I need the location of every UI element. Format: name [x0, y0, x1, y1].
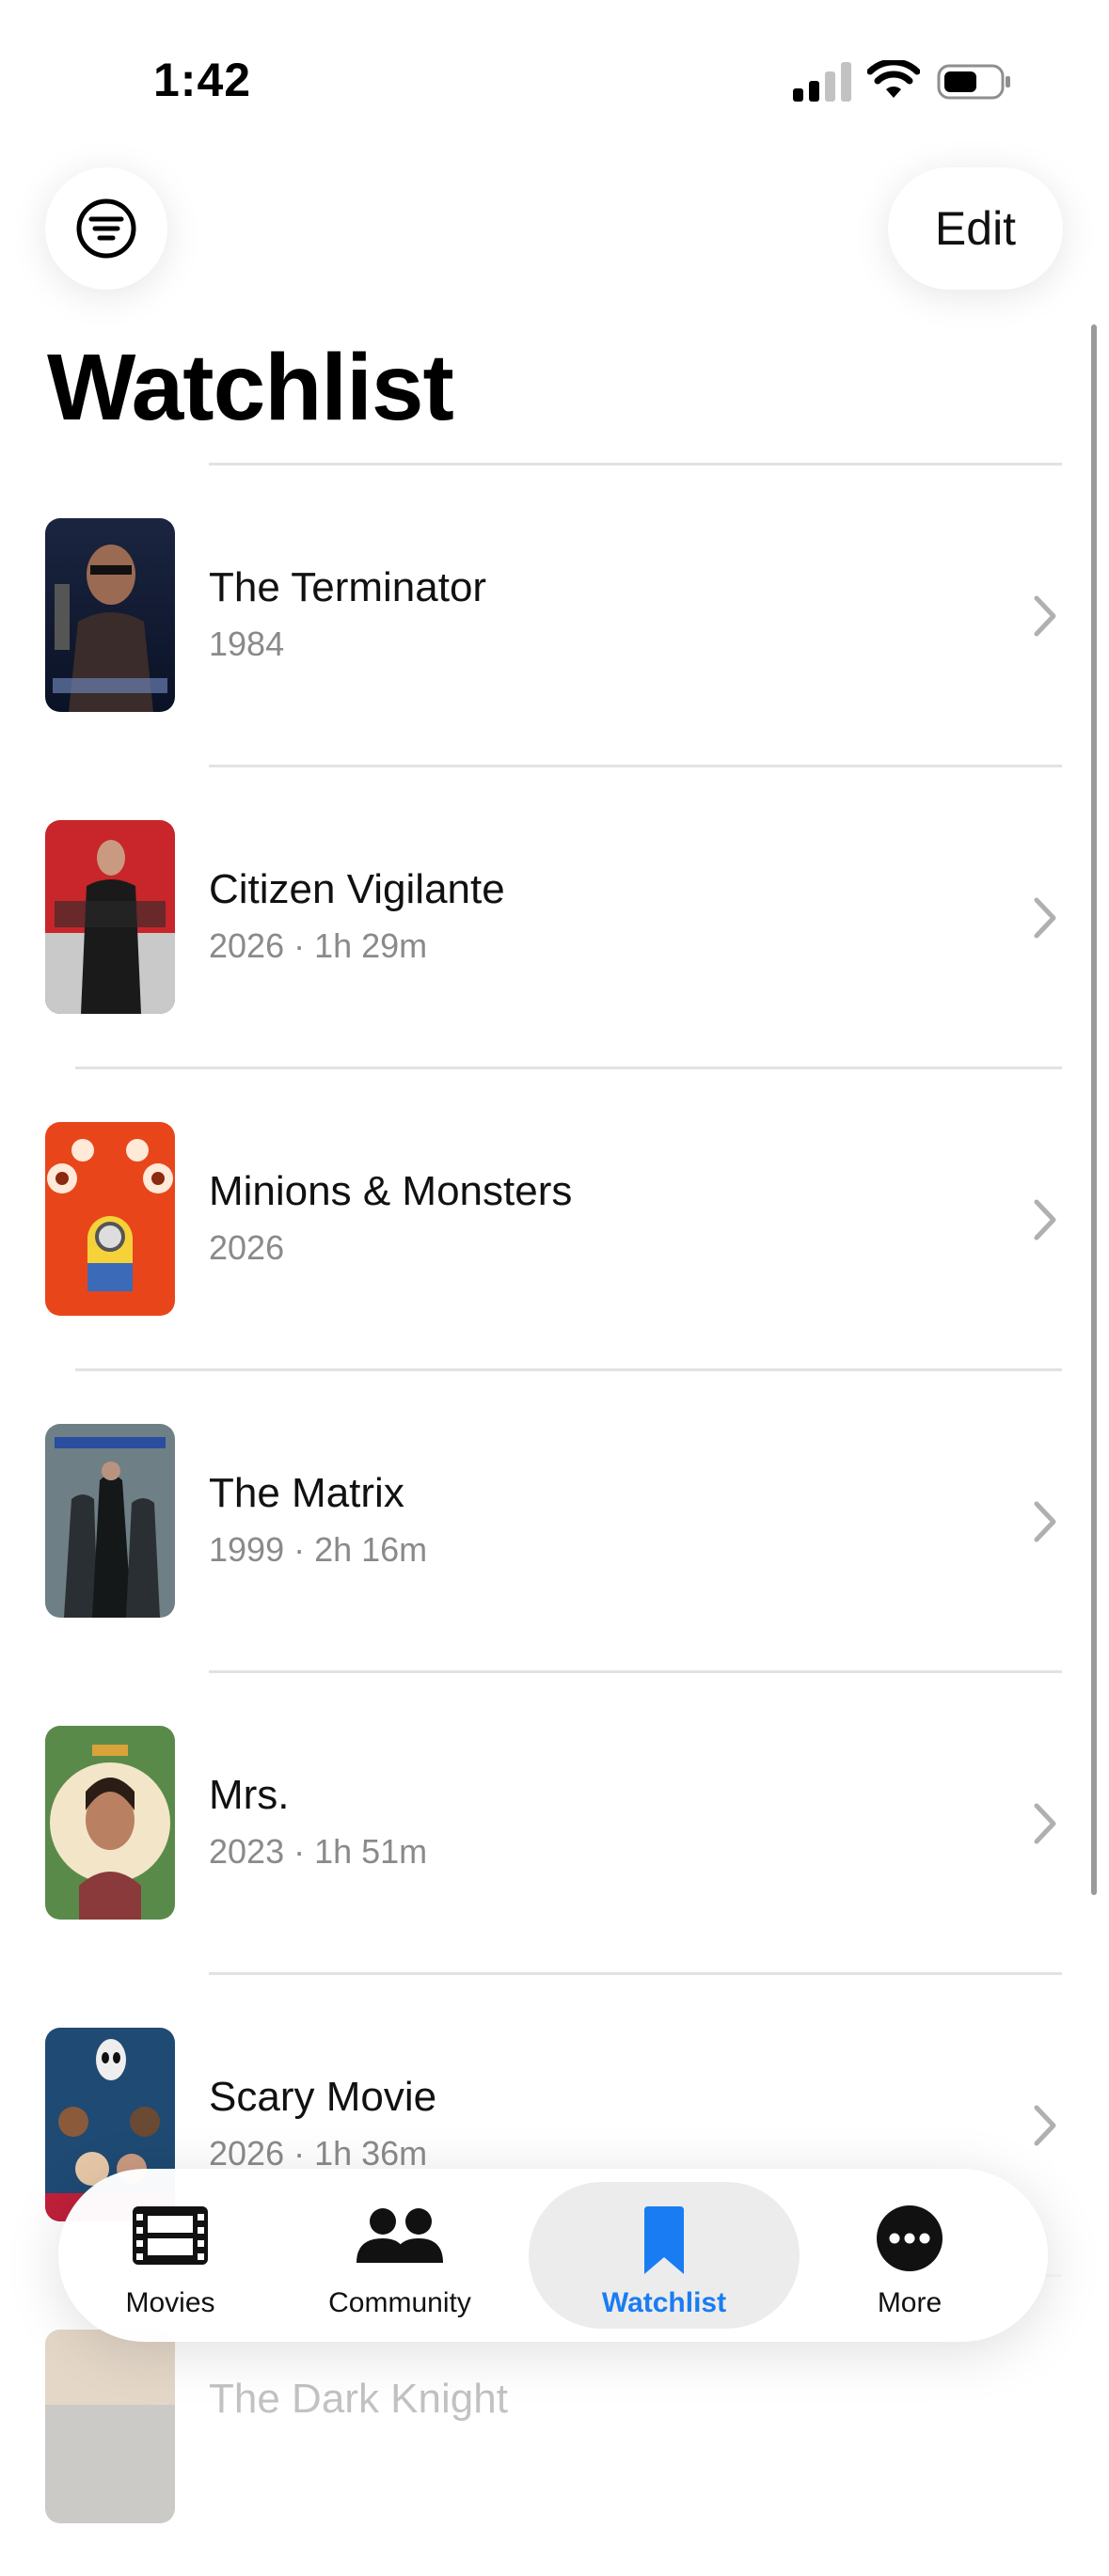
- film-icon: [133, 2206, 208, 2265]
- people-icon: [356, 2208, 443, 2263]
- movie-subtitle: 2026 · 1h 29m: [209, 926, 428, 965]
- tab-label: Community: [328, 2287, 471, 2318]
- separator: [209, 1972, 1062, 1975]
- status-time: 1:42: [153, 54, 252, 106]
- poster-image: [45, 1122, 175, 1316]
- tab-community[interactable]: Community: [301, 2182, 499, 2329]
- movie-subtitle: 2026: [209, 1228, 285, 1267]
- list-item[interactable]: The Terminator 1984: [0, 463, 1109, 765]
- movie-title: Scary Movie: [209, 2074, 437, 2120]
- chevron-right-icon: [1034, 897, 1056, 939]
- list-item[interactable]: Mrs. 2023 · 1h 51m: [0, 1670, 1109, 1972]
- movie-subtitle: 2023 · 1h 51m: [209, 1832, 428, 1871]
- more-icon: [877, 2205, 943, 2271]
- poster-image: [45, 1424, 175, 1618]
- status-bar: 1:42: [0, 0, 1109, 160]
- page-title: Watchlist: [47, 335, 454, 440]
- chevron-right-icon: [1034, 2105, 1056, 2146]
- movie-title: The Matrix: [209, 1470, 404, 1516]
- separator: [75, 1368, 1062, 1371]
- movie-title: Minions & Monsters: [209, 1168, 573, 1214]
- tab-movies[interactable]: Movies: [71, 2182, 269, 2329]
- movie-title: The Dark Knight: [209, 2376, 508, 2422]
- poster-image: [45, 820, 175, 1014]
- movie-title: The Terminator: [209, 564, 487, 610]
- tab-label: More: [877, 2287, 943, 2318]
- chevron-right-icon: [1034, 1199, 1056, 1241]
- movie-title: Citizen Vigilante: [209, 866, 505, 912]
- tab-label: Watchlist: [601, 2287, 727, 2318]
- chevron-right-icon: [1034, 1803, 1056, 1844]
- filter-icon: [76, 198, 136, 259]
- poster-image: [45, 1726, 175, 1920]
- filter-button[interactable]: [45, 167, 167, 290]
- list-item[interactable]: Minions & Monsters 2026: [0, 1067, 1109, 1368]
- wifi-icon: [867, 60, 920, 98]
- movie-subtitle: 1984: [209, 624, 285, 663]
- list-item[interactable]: Citizen Vigilante 2026 · 1h 29m: [0, 765, 1109, 1067]
- list-item[interactable]: The Matrix 1999 · 2h 16m: [0, 1368, 1109, 1670]
- tab-more[interactable]: More: [811, 2182, 1008, 2329]
- separator: [75, 1067, 1062, 1069]
- chevron-right-icon: [1034, 1501, 1056, 1542]
- movie-subtitle: 2026 · 1h 36m: [209, 2134, 428, 2173]
- bookmark-icon: [644, 2206, 684, 2274]
- chevron-right-icon: [1034, 595, 1056, 637]
- movie-subtitle: 1999 · 2h 16m: [209, 1530, 428, 1569]
- tab-label: Movies: [125, 2287, 215, 2318]
- movie-title: Mrs.: [209, 1772, 290, 1818]
- battery-icon: [937, 64, 1010, 100]
- cellular-signal-icon: [793, 62, 851, 102]
- poster-image: [45, 2330, 175, 2523]
- separator: [209, 1670, 1062, 1673]
- edit-button[interactable]: Edit: [888, 167, 1063, 290]
- poster-image: [45, 518, 175, 712]
- tab-bar: Movies Community Watchlist More: [58, 2169, 1048, 2342]
- separator: [209, 463, 1062, 466]
- tab-watchlist[interactable]: Watchlist: [529, 2182, 800, 2329]
- separator: [209, 765, 1062, 767]
